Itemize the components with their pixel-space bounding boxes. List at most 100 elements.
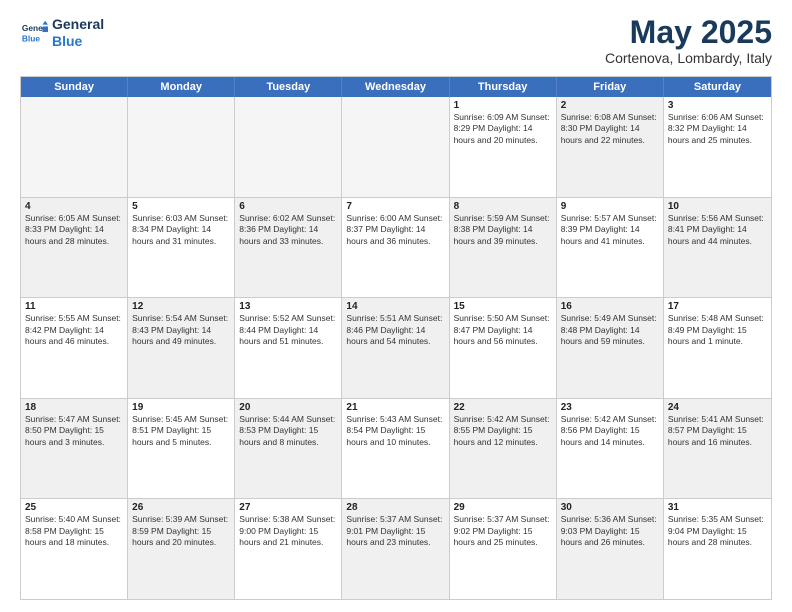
title-block: May 2025 Cortenova, Lombardy, Italy: [605, 16, 772, 66]
day-number: 21: [346, 402, 444, 413]
day-number: 28: [346, 502, 444, 513]
svg-text:Blue: Blue: [22, 33, 40, 43]
calendar-body: 1Sunrise: 6:09 AM Sunset: 8:29 PM Daylig…: [21, 97, 771, 599]
header: General Blue General Blue May 2025 Corte…: [20, 16, 772, 66]
day-cell-20: 20Sunrise: 5:44 AM Sunset: 8:53 PM Dayli…: [235, 399, 342, 499]
day-number: 31: [668, 502, 767, 513]
day-info: Sunrise: 5:57 AM Sunset: 8:39 PM Dayligh…: [561, 213, 659, 247]
day-info: Sunrise: 5:55 AM Sunset: 8:42 PM Dayligh…: [25, 313, 123, 347]
logo-icon: General Blue: [20, 19, 48, 47]
day-info: Sunrise: 6:05 AM Sunset: 8:33 PM Dayligh…: [25, 213, 123, 247]
day-info: Sunrise: 5:36 AM Sunset: 9:03 PM Dayligh…: [561, 514, 659, 548]
day-cell-24: 24Sunrise: 5:41 AM Sunset: 8:57 PM Dayli…: [664, 399, 771, 499]
day-info: Sunrise: 5:59 AM Sunset: 8:38 PM Dayligh…: [454, 213, 552, 247]
day-info: Sunrise: 5:41 AM Sunset: 8:57 PM Dayligh…: [668, 414, 767, 448]
day-number: 11: [25, 301, 123, 312]
day-cell-25: 25Sunrise: 5:40 AM Sunset: 8:58 PM Dayli…: [21, 499, 128, 599]
logo-blue: Blue: [52, 33, 104, 50]
day-number: 15: [454, 301, 552, 312]
day-info: Sunrise: 6:06 AM Sunset: 8:32 PM Dayligh…: [668, 112, 767, 146]
day-number: 7: [346, 201, 444, 212]
day-cell-1: 1Sunrise: 6:09 AM Sunset: 8:29 PM Daylig…: [450, 97, 557, 197]
day-header-thursday: Thursday: [450, 77, 557, 97]
day-cell-23: 23Sunrise: 5:42 AM Sunset: 8:56 PM Dayli…: [557, 399, 664, 499]
day-cell-27: 27Sunrise: 5:38 AM Sunset: 9:00 PM Dayli…: [235, 499, 342, 599]
day-cell-15: 15Sunrise: 5:50 AM Sunset: 8:47 PM Dayli…: [450, 298, 557, 398]
day-number: 16: [561, 301, 659, 312]
week-row-4: 18Sunrise: 5:47 AM Sunset: 8:50 PM Dayli…: [21, 399, 771, 500]
day-info: Sunrise: 5:37 AM Sunset: 9:02 PM Dayligh…: [454, 514, 552, 548]
day-number: 30: [561, 502, 659, 513]
week-row-3: 11Sunrise: 5:55 AM Sunset: 8:42 PM Dayli…: [21, 298, 771, 399]
day-cell-31: 31Sunrise: 5:35 AM Sunset: 9:04 PM Dayli…: [664, 499, 771, 599]
day-number: 23: [561, 402, 659, 413]
day-cell-7: 7Sunrise: 6:00 AM Sunset: 8:37 PM Daylig…: [342, 198, 449, 298]
day-header-wednesday: Wednesday: [342, 77, 449, 97]
day-number: 12: [132, 301, 230, 312]
day-cell-26: 26Sunrise: 5:39 AM Sunset: 8:59 PM Dayli…: [128, 499, 235, 599]
day-cell-11: 11Sunrise: 5:55 AM Sunset: 8:42 PM Dayli…: [21, 298, 128, 398]
day-info: Sunrise: 5:39 AM Sunset: 8:59 PM Dayligh…: [132, 514, 230, 548]
day-number: 19: [132, 402, 230, 413]
day-number: 8: [454, 201, 552, 212]
day-info: Sunrise: 5:47 AM Sunset: 8:50 PM Dayligh…: [25, 414, 123, 448]
day-cell-21: 21Sunrise: 5:43 AM Sunset: 8:54 PM Dayli…: [342, 399, 449, 499]
day-info: Sunrise: 5:50 AM Sunset: 8:47 PM Dayligh…: [454, 313, 552, 347]
logo-general: General: [52, 16, 104, 33]
day-cell-4: 4Sunrise: 6:05 AM Sunset: 8:33 PM Daylig…: [21, 198, 128, 298]
day-cell-3: 3Sunrise: 6:06 AM Sunset: 8:32 PM Daylig…: [664, 97, 771, 197]
day-info: Sunrise: 5:42 AM Sunset: 8:55 PM Dayligh…: [454, 414, 552, 448]
week-row-1: 1Sunrise: 6:09 AM Sunset: 8:29 PM Daylig…: [21, 97, 771, 198]
day-info: Sunrise: 5:44 AM Sunset: 8:53 PM Dayligh…: [239, 414, 337, 448]
day-info: Sunrise: 6:09 AM Sunset: 8:29 PM Dayligh…: [454, 112, 552, 146]
day-number: 22: [454, 402, 552, 413]
day-number: 24: [668, 402, 767, 413]
month-title: May 2025: [605, 16, 772, 48]
day-info: Sunrise: 5:45 AM Sunset: 8:51 PM Dayligh…: [132, 414, 230, 448]
day-number: 4: [25, 201, 123, 212]
day-number: 29: [454, 502, 552, 513]
day-cell-14: 14Sunrise: 5:51 AM Sunset: 8:46 PM Dayli…: [342, 298, 449, 398]
day-cell-empty: [21, 97, 128, 197]
day-header-saturday: Saturday: [664, 77, 771, 97]
day-info: Sunrise: 5:42 AM Sunset: 8:56 PM Dayligh…: [561, 414, 659, 448]
day-number: 2: [561, 100, 659, 111]
day-number: 17: [668, 301, 767, 312]
day-cell-6: 6Sunrise: 6:02 AM Sunset: 8:36 PM Daylig…: [235, 198, 342, 298]
day-cell-empty: [342, 97, 449, 197]
day-header-sunday: Sunday: [21, 77, 128, 97]
day-headers: SundayMondayTuesdayWednesdayThursdayFrid…: [21, 77, 771, 97]
day-number: 6: [239, 201, 337, 212]
location: Cortenova, Lombardy, Italy: [605, 50, 772, 66]
day-number: 10: [668, 201, 767, 212]
day-number: 9: [561, 201, 659, 212]
day-cell-30: 30Sunrise: 5:36 AM Sunset: 9:03 PM Dayli…: [557, 499, 664, 599]
day-number: 1: [454, 100, 552, 111]
day-info: Sunrise: 5:56 AM Sunset: 8:41 PM Dayligh…: [668, 213, 767, 247]
day-number: 5: [132, 201, 230, 212]
day-cell-13: 13Sunrise: 5:52 AM Sunset: 8:44 PM Dayli…: [235, 298, 342, 398]
day-cell-22: 22Sunrise: 5:42 AM Sunset: 8:55 PM Dayli…: [450, 399, 557, 499]
week-row-5: 25Sunrise: 5:40 AM Sunset: 8:58 PM Dayli…: [21, 499, 771, 599]
day-info: Sunrise: 5:40 AM Sunset: 8:58 PM Dayligh…: [25, 514, 123, 548]
day-header-friday: Friday: [557, 77, 664, 97]
page: General Blue General Blue May 2025 Corte…: [0, 0, 792, 612]
day-cell-18: 18Sunrise: 5:47 AM Sunset: 8:50 PM Dayli…: [21, 399, 128, 499]
day-cell-empty: [128, 97, 235, 197]
week-row-2: 4Sunrise: 6:05 AM Sunset: 8:33 PM Daylig…: [21, 198, 771, 299]
day-info: Sunrise: 5:35 AM Sunset: 9:04 PM Dayligh…: [668, 514, 767, 548]
calendar: SundayMondayTuesdayWednesdayThursdayFrid…: [20, 76, 772, 600]
day-cell-12: 12Sunrise: 5:54 AM Sunset: 8:43 PM Dayli…: [128, 298, 235, 398]
day-info: Sunrise: 6:03 AM Sunset: 8:34 PM Dayligh…: [132, 213, 230, 247]
day-cell-16: 16Sunrise: 5:49 AM Sunset: 8:48 PM Dayli…: [557, 298, 664, 398]
day-cell-29: 29Sunrise: 5:37 AM Sunset: 9:02 PM Dayli…: [450, 499, 557, 599]
day-number: 14: [346, 301, 444, 312]
day-info: Sunrise: 5:49 AM Sunset: 8:48 PM Dayligh…: [561, 313, 659, 347]
day-cell-5: 5Sunrise: 6:03 AM Sunset: 8:34 PM Daylig…: [128, 198, 235, 298]
day-info: Sunrise: 5:38 AM Sunset: 9:00 PM Dayligh…: [239, 514, 337, 548]
day-info: Sunrise: 5:54 AM Sunset: 8:43 PM Dayligh…: [132, 313, 230, 347]
day-number: 20: [239, 402, 337, 413]
day-cell-17: 17Sunrise: 5:48 AM Sunset: 8:49 PM Dayli…: [664, 298, 771, 398]
day-cell-19: 19Sunrise: 5:45 AM Sunset: 8:51 PM Dayli…: [128, 399, 235, 499]
day-header-monday: Monday: [128, 77, 235, 97]
